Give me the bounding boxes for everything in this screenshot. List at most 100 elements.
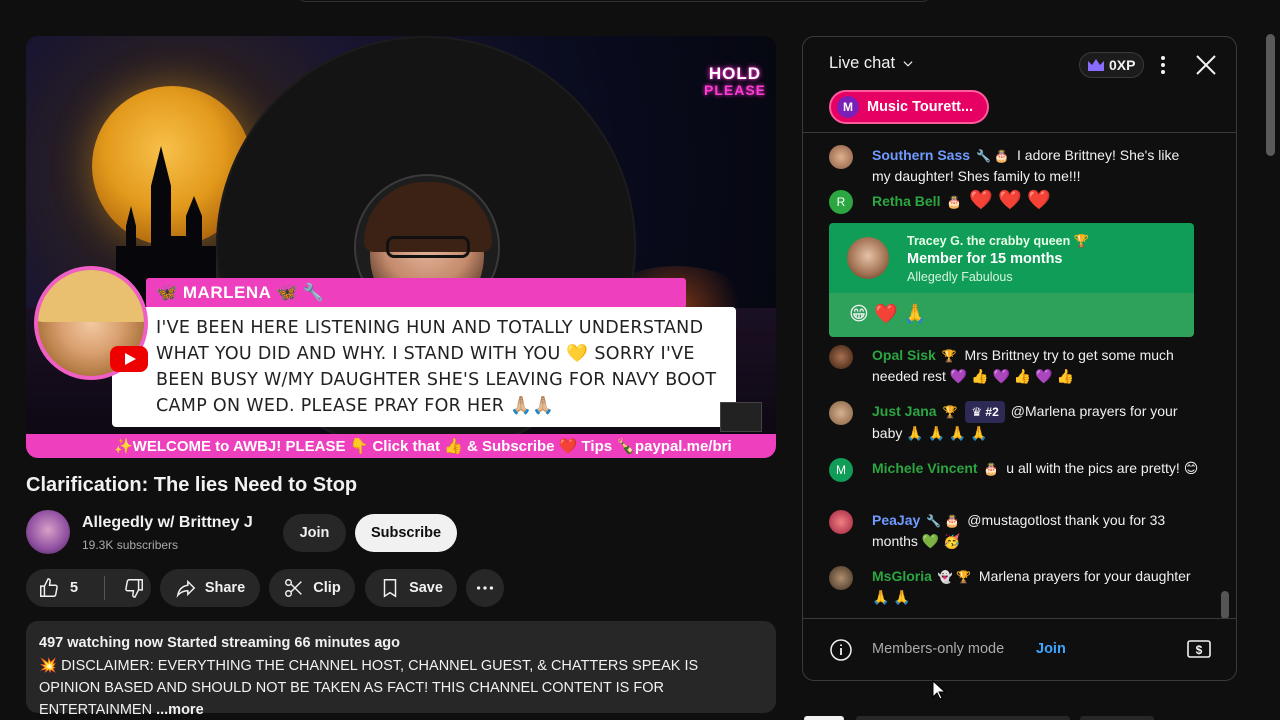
subscribe-button[interactable]: Subscribe bbox=[355, 514, 457, 552]
search-bar-edge[interactable] bbox=[296, 0, 932, 2]
chat-text: u all with the pics are pretty! 😊 bbox=[1006, 460, 1199, 476]
members-only-mode-label: Members-only mode bbox=[872, 641, 1005, 657]
chat-text: ❤️ ❤️ ❤️ bbox=[969, 190, 1051, 211]
video-title: Clarification: The lies Need to Stop bbox=[26, 474, 358, 496]
chat-badges: 🎂 bbox=[946, 195, 962, 209]
save-label: Save bbox=[409, 580, 443, 596]
more-actions-button[interactable] bbox=[466, 569, 504, 607]
mouse-cursor-icon bbox=[932, 680, 946, 700]
like-dislike-group: 5 bbox=[26, 569, 151, 607]
chat-title: Live chat bbox=[829, 54, 896, 72]
thumbs-down-icon[interactable] bbox=[123, 577, 145, 599]
page-scrollbar[interactable] bbox=[1266, 34, 1275, 156]
chat-avatar bbox=[829, 345, 853, 369]
guest-glasses bbox=[386, 236, 470, 258]
filter-chip[interactable] bbox=[856, 716, 1070, 720]
clip-label: Clip bbox=[313, 580, 341, 596]
chat-message[interactable]: Just Jana 🏆 ♛ #2 @Marlena prayers for your… bbox=[829, 401, 1199, 443]
chat-author: Southern Sass bbox=[872, 147, 971, 163]
save-button[interactable]: Save bbox=[365, 569, 457, 607]
svg-text:$: $ bbox=[1196, 643, 1203, 657]
info-icon[interactable] bbox=[829, 638, 853, 662]
chat-badges: 👻 🏆 bbox=[937, 570, 972, 584]
channel-name[interactable]: Allegedly w/ Brittney J bbox=[82, 514, 253, 532]
chat-badges: 🔧 🎂 bbox=[926, 514, 960, 528]
filter-chip[interactable] bbox=[1080, 716, 1154, 720]
overlay-message: I'VE BEEN HERE LISTENING HUN AND TOTALLY… bbox=[156, 318, 717, 416]
chat-author: Just Jana bbox=[872, 403, 937, 419]
live-chat-panel: Live chat 0XP M Music Tourett... Souther… bbox=[802, 36, 1237, 681]
description-body: 💥 DISCLAIMER: EVERYTHING THE CHANNEL HOS… bbox=[39, 655, 763, 720]
member-level: Allegedly Fabulous bbox=[907, 270, 1013, 284]
chat-message[interactable]: PeaJay 🔧 🎂 @mustagotlost thank you for 33… bbox=[829, 510, 1199, 551]
crown-icon bbox=[1088, 59, 1104, 71]
chat-avatar bbox=[829, 401, 853, 425]
description-text: 💥 DISCLAIMER: EVERYTHING THE CHANNEL HOS… bbox=[39, 658, 699, 718]
pinned-chip[interactable]: M Music Tourett... bbox=[829, 90, 990, 124]
hold-line-2: PLEASE bbox=[703, 82, 766, 98]
ticker-text: ✨WELCOME to AWBJ! PLEASE 👇 Click that 👍 … bbox=[114, 438, 732, 455]
more-vertical-icon[interactable] bbox=[1153, 51, 1173, 79]
member-duration: Member for 15 months bbox=[907, 251, 1063, 267]
ticker-bar: ✨WELCOME to AWBJ! PLEASE 👇 Click that 👍 … bbox=[26, 434, 776, 458]
member-name: Tracey G. the crabby queen 🏆 bbox=[907, 234, 1090, 248]
pinned-avatar: M bbox=[837, 96, 859, 118]
super-chat-icon[interactable]: $ bbox=[1187, 639, 1211, 659]
rank-number: #2 bbox=[985, 405, 999, 419]
scissors-icon bbox=[285, 579, 303, 597]
subscriber-count: 19.3K subscribers bbox=[82, 538, 179, 552]
chat-message[interactable]: M Michele Vincent 🎂 u all with the pics a… bbox=[829, 458, 1199, 482]
chat-badges: 🏆 bbox=[941, 349, 957, 363]
chat-badges: 🔧 🎂 bbox=[976, 149, 1010, 163]
pinned-label: Music Tourett... bbox=[867, 99, 974, 115]
chat-author: MsGloria bbox=[872, 568, 932, 584]
membership-body: 😁 ❤️ 🙏 bbox=[829, 293, 1194, 337]
thumbs-up-icon bbox=[40, 578, 58, 597]
chat-join-link[interactable]: Join bbox=[1036, 641, 1066, 657]
chat-message[interactable]: R Retha Bell 🎂 ❤️ ❤️ ❤️ bbox=[829, 190, 1199, 214]
chat-message[interactable]: Southern Sass 🔧 🎂 I adore Brittney! She's… bbox=[829, 145, 1199, 186]
show-more-link[interactable]: ...more bbox=[156, 702, 204, 718]
chat-message[interactable]: MsGloria 👻 🏆 Marlena prayers for your dau… bbox=[829, 566, 1199, 607]
member-emojis: 😁 ❤️ 🙏 bbox=[849, 304, 927, 325]
membership-card[interactable]: Tracey G. the crabby queen 🏆 Member for … bbox=[829, 223, 1194, 337]
chat-avatar bbox=[829, 145, 853, 169]
chevron-down-icon bbox=[903, 60, 913, 67]
close-icon[interactable] bbox=[1193, 52, 1219, 78]
bookmark-icon bbox=[383, 579, 397, 598]
chat-avatar bbox=[829, 566, 853, 590]
hold-please-sign: HOLD PLEASE bbox=[703, 64, 766, 98]
share-label: Share bbox=[204, 580, 246, 596]
like-button[interactable]: 5 bbox=[38, 577, 78, 599]
brand-watermark bbox=[720, 402, 762, 432]
chat-avatar: R bbox=[829, 190, 853, 214]
commenter-hair bbox=[38, 270, 144, 322]
youtube-logo-icon bbox=[110, 346, 148, 372]
chat-author: Opal Sisk bbox=[872, 347, 936, 363]
filter-chip[interactable] bbox=[804, 716, 844, 720]
chat-author: Michele Vincent bbox=[872, 460, 978, 476]
chat-mode-dropdown[interactable]: Live chat bbox=[829, 54, 915, 73]
chat-badges: 🎂 bbox=[983, 462, 999, 476]
share-button[interactable]: Share bbox=[160, 569, 260, 607]
chat-header: Live chat 0XP M Music Tourett... bbox=[803, 37, 1236, 133]
chat-scrollbar[interactable] bbox=[1221, 591, 1229, 619]
xp-badge[interactable]: 0XP bbox=[1079, 52, 1145, 78]
chat-avatar: M bbox=[829, 458, 853, 482]
chat-badges: 🏆 bbox=[942, 405, 958, 419]
channel-avatar[interactable] bbox=[26, 510, 70, 554]
description-box[interactable]: 497 watching now Started streaming 66 mi… bbox=[26, 621, 776, 718]
hold-line-1: HOLD bbox=[708, 64, 762, 83]
clip-button[interactable]: Clip bbox=[269, 569, 355, 607]
chat-message[interactable]: Opal Sisk 🏆 Mrs Brittney try to get some … bbox=[829, 345, 1199, 386]
chat-footer: Members-only mode Join $ bbox=[803, 618, 1236, 680]
join-button[interactable]: Join bbox=[283, 514, 346, 552]
video-player[interactable]: HOLD PLEASE 🦋 MARLENA 🦋 🔧 I'VE BEEN HERE… bbox=[26, 36, 776, 458]
chat-avatar bbox=[829, 510, 853, 534]
membership-header: Tracey G. the crabby queen 🏆 Member for … bbox=[829, 223, 1194, 293]
chat-author: PeaJay bbox=[872, 512, 921, 528]
chat-author: Retha Bell bbox=[872, 193, 941, 209]
overlay-name: 🦋 MARLENA 🦋 🔧 bbox=[156, 283, 325, 302]
like-count: 5 bbox=[70, 580, 79, 596]
like-divider bbox=[104, 576, 106, 600]
